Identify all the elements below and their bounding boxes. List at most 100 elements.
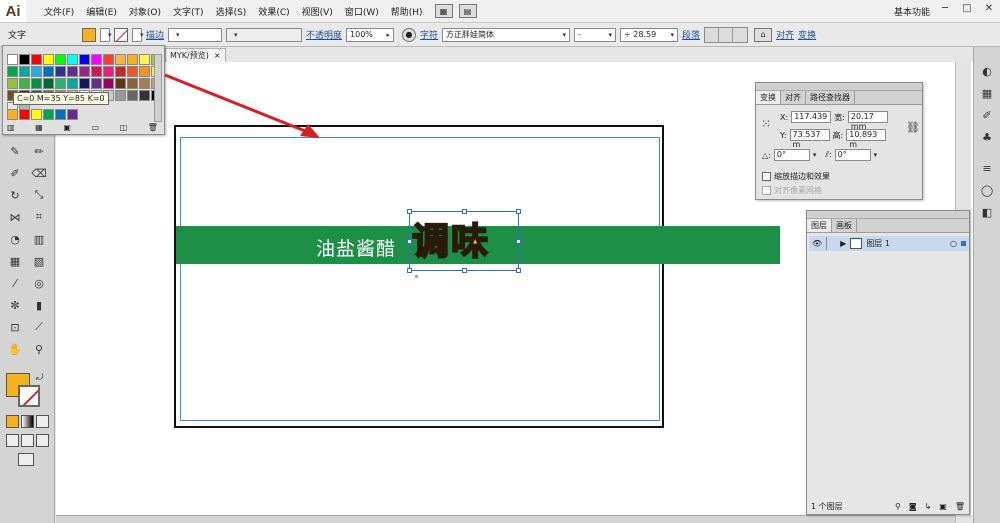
symbols-panel-icon[interactable]: ♣ (979, 129, 996, 146)
panel-titlebar[interactable] (756, 83, 922, 91)
swatch[interactable] (103, 54, 114, 65)
y-field[interactable]: 73.537 m (789, 129, 830, 149)
swatch[interactable] (91, 54, 102, 65)
swatch[interactable] (19, 109, 30, 120)
align-left-icon[interactable] (705, 27, 720, 42)
gradient-tool-icon[interactable]: ▧ (30, 252, 48, 270)
draw-normal-icon[interactable] (6, 434, 19, 447)
swatch[interactable] (103, 66, 114, 77)
zoom-tool-icon[interactable]: ⚲ (30, 340, 48, 358)
height-field[interactable]: 10.893 m (846, 129, 887, 149)
swatch[interactable] (91, 66, 102, 77)
stroke-link[interactable]: 描边 (146, 28, 164, 41)
maximize-icon[interactable]: □ (956, 0, 978, 16)
swatch[interactable] (115, 66, 126, 77)
stroke-dropdown[interactable]: ▾ (132, 27, 144, 42)
tab-artboards[interactable]: 画板 (832, 219, 857, 232)
swatch[interactable] (7, 109, 18, 120)
symbol-sprayer-tool-icon[interactable]: ✼ (6, 296, 24, 314)
graphic-styles-icon[interactable]: ◧ (979, 204, 996, 221)
rotate-tool-icon[interactable]: ↻ (6, 186, 24, 204)
swatch[interactable] (67, 66, 78, 77)
layer-name[interactable]: 图层 1 (866, 238, 946, 249)
blob-brush-tool-icon[interactable]: ✐ (6, 164, 24, 182)
paragraph-link[interactable]: 段落 (682, 28, 700, 41)
swatch[interactable] (79, 66, 90, 77)
swatch[interactable] (43, 78, 54, 89)
font-size-field[interactable]: ÷ 28.59 ▾ (620, 27, 679, 42)
swatch[interactable] (127, 90, 138, 101)
swatch[interactable] (19, 54, 30, 65)
shear-field[interactable]: 0° (834, 149, 871, 161)
document-tab[interactable]: MYK/预览) × (165, 48, 226, 62)
banner-text[interactable]: 油盐酱醋 (316, 234, 396, 261)
make-clipping-mask-icon[interactable]: ◙ (909, 502, 917, 511)
tab-transform[interactable]: 变换 (756, 91, 781, 104)
panel-titlebar[interactable] (807, 211, 969, 219)
delete-swatch-icon[interactable]: 🗑 (148, 123, 158, 132)
menu-select[interactable]: 选择(S) (210, 5, 253, 18)
selection-handle[interactable] (516, 268, 521, 273)
swatch[interactable] (67, 54, 78, 65)
swatch[interactable] (55, 54, 66, 65)
arrange-documents-icon[interactable]: ▤ (458, 4, 477, 18)
mesh-tool-icon[interactable]: ▦ (6, 252, 24, 270)
color-panel-icon[interactable]: ◐ (979, 63, 996, 80)
width-field[interactable]: 20.17 mm (847, 111, 888, 131)
close-tab-icon[interactable]: × (214, 51, 221, 60)
slice-tool-icon[interactable]: ⟋ (30, 318, 48, 336)
color-guide-icon[interactable]: ▦ (979, 85, 996, 102)
swatch[interactable] (139, 90, 150, 101)
swatch-options-icon[interactable]: ▣ (63, 123, 71, 132)
align-pixel-checkbox[interactable] (762, 186, 771, 195)
brushes-panel-icon[interactable]: ✐ (979, 107, 996, 124)
menu-file[interactable]: 文件(F) (38, 5, 80, 18)
menu-window[interactable]: 窗口(W) (339, 5, 385, 18)
draw-inside-icon[interactable] (36, 434, 49, 447)
perspective-grid-tool-icon[interactable]: ▥ (30, 230, 48, 248)
column-graph-tool-icon[interactable]: ▮ (30, 296, 48, 314)
swatch[interactable] (7, 78, 18, 89)
swatch[interactable] (139, 54, 150, 65)
swatch[interactable] (19, 66, 30, 77)
swatch[interactable] (91, 78, 102, 89)
fill-swatch[interactable] (82, 27, 96, 42)
minimize-icon[interactable]: ─ (934, 0, 956, 16)
align-link[interactable]: 对齐 (776, 28, 794, 41)
bridge-icon[interactable]: ▦ (434, 4, 453, 18)
stroke-color-box[interactable] (18, 385, 40, 407)
width-tool-icon[interactable]: ⋈ (6, 208, 24, 226)
swatch[interactable] (67, 109, 78, 120)
x-field[interactable]: 117.439 (791, 111, 832, 123)
horizontal-scrollbar[interactable] (56, 515, 955, 523)
pencil-tool-icon[interactable]: ✏ (30, 142, 48, 160)
selection-handle[interactable] (462, 209, 467, 214)
fill-dropdown[interactable]: ▾ (100, 27, 112, 42)
selection-handle[interactable] (407, 239, 412, 244)
swatch[interactable] (139, 66, 150, 77)
font-style-field[interactable]: - ▾ (574, 27, 617, 42)
selection-handle[interactable] (516, 209, 521, 214)
tab-pathfinder[interactable]: 路径查找器 (806, 91, 855, 104)
draw-behind-icon[interactable] (21, 434, 34, 447)
swatch[interactable] (19, 78, 30, 89)
swatch[interactable] (127, 78, 138, 89)
menu-edit[interactable]: 编辑(E) (80, 5, 123, 18)
envelope-icon[interactable]: ⌂ (754, 27, 773, 42)
scale-strokes-checkbox[interactable] (762, 172, 771, 181)
target-icon[interactable]: ○ (950, 239, 957, 248)
swatch[interactable] (43, 54, 54, 65)
swatch[interactable] (103, 78, 114, 89)
menu-effect[interactable]: 效果(C) (252, 5, 295, 18)
swatch[interactable] (127, 54, 138, 65)
swatch[interactable] (55, 78, 66, 89)
locate-object-icon[interactable]: ⚲ (895, 502, 901, 511)
scale-tool-icon[interactable]: ⤡ (30, 186, 48, 204)
constrain-proportions-icon[interactable]: ⛓ (906, 121, 920, 134)
swatch[interactable] (79, 54, 90, 65)
align-center-icon[interactable] (719, 27, 734, 42)
blend-tool-icon[interactable]: ◎ (30, 274, 48, 292)
stroke-panel-icon[interactable]: ≡ (979, 160, 996, 177)
tab-align[interactable]: 对齐 (781, 91, 806, 104)
selection-handle[interactable] (462, 268, 467, 273)
